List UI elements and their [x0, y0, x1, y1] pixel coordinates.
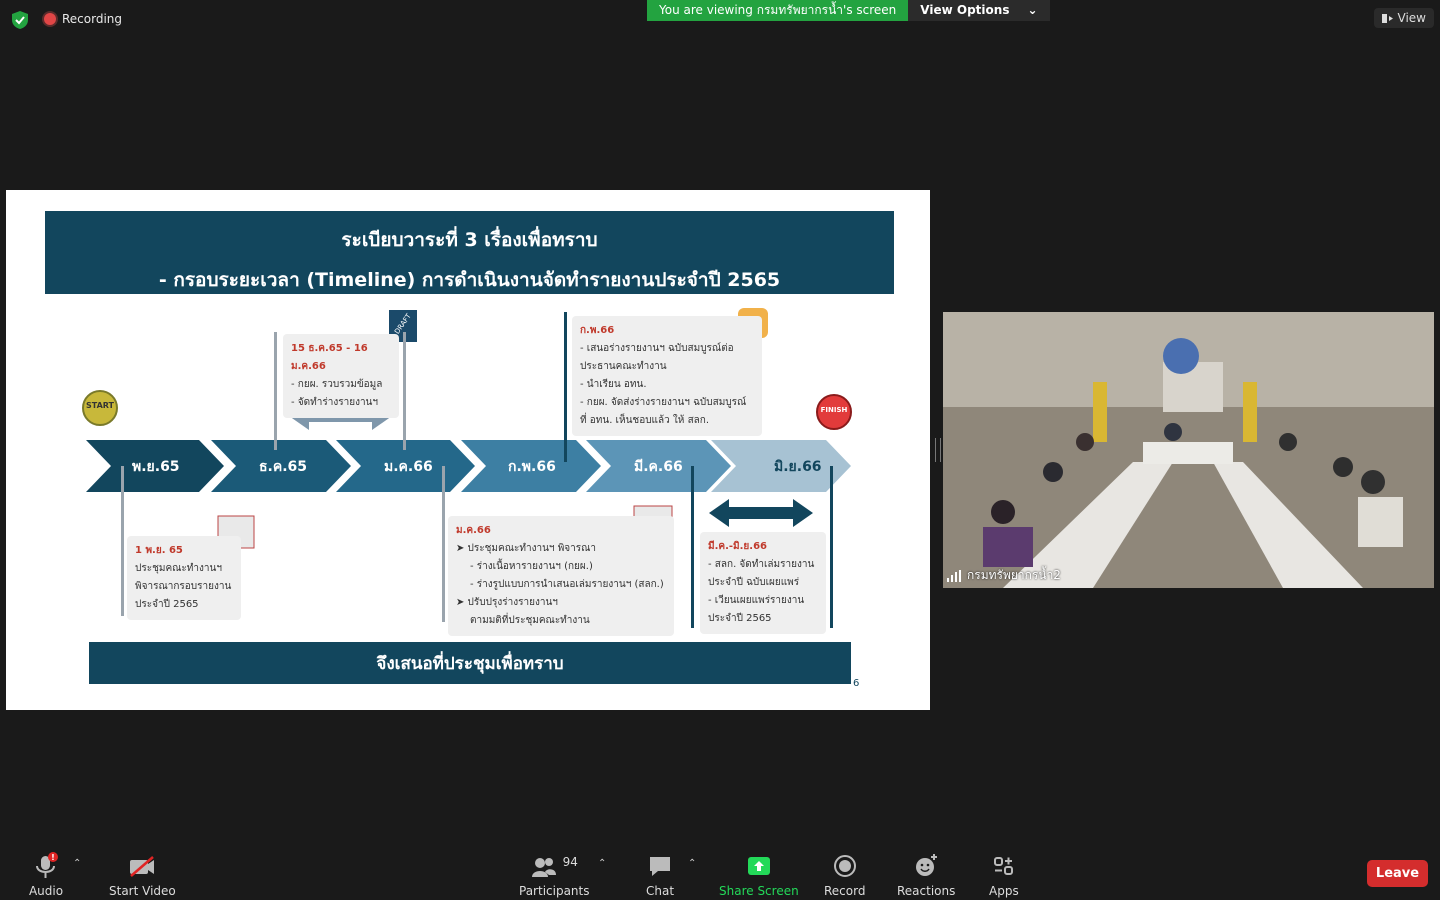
- share-screen-button[interactable]: Share Screen: [719, 852, 799, 898]
- panel-resize-handle[interactable]: [935, 438, 941, 462]
- view-layout-icon: [1381, 13, 1393, 23]
- chat-icon: [650, 857, 671, 876]
- record-button[interactable]: Record: [824, 852, 865, 898]
- participant-video-tile[interactable]: กรมทรัพยากรน้ำ2: [943, 312, 1434, 588]
- apps-icon: [993, 857, 1013, 875]
- note-feb-line: - นำเรียน อทน.: [580, 379, 647, 390]
- meeting-room-image: [943, 312, 1434, 588]
- apps-button[interactable]: Apps: [989, 852, 1019, 898]
- note-mar-line: - สลก. จัดทำเล่มรายงาน: [708, 559, 815, 570]
- connector-jan-top: [403, 332, 406, 450]
- viewing-message: You are viewing กรมทรัพยากรน้ำ's screen: [647, 0, 909, 21]
- recording-dot-icon: [44, 13, 56, 25]
- note-dec-head: 15 ธ.ค.65 - 16 ม.ค.66: [291, 343, 368, 372]
- timeline-label-jun: มิ.ย.66: [774, 459, 822, 475]
- audio-label: Audio: [28, 884, 64, 898]
- signal-strength-icon: [947, 569, 961, 582]
- leave-button[interactable]: Leave: [1367, 860, 1428, 887]
- double-arrow-mar: [709, 499, 813, 527]
- note-feb-line: - เสนอร่างรายงานฯ ฉบับสมบูรณ์ต่อ: [580, 343, 734, 354]
- view-button[interactable]: View: [1373, 8, 1434, 28]
- note-feb-line: - กยผ. จัดส่งร่างรายงานฯ ฉบับสมบูรณ์: [580, 397, 747, 408]
- participants-count: 94: [562, 855, 578, 869]
- connector-nov: [121, 466, 124, 616]
- video-off-icon: [130, 856, 155, 877]
- note-jan-line: ➤ ปรับปรุงร่างรายงานฯ: [456, 597, 558, 608]
- start-label: START: [85, 401, 115, 410]
- svg-text:!: !: [51, 853, 55, 862]
- note-jan-head: ม.ค.66: [456, 525, 491, 536]
- note-dec-line: - จัดทำร่างรายงานฯ: [291, 397, 379, 408]
- audio-button[interactable]: ! Audio: [28, 852, 64, 898]
- security-shield-icon[interactable]: [10, 10, 30, 30]
- reactions-label: Reactions: [897, 884, 956, 898]
- slide-footer-bar: จึงเสนอที่ประชุมเพื่อทราบ: [89, 642, 851, 684]
- timeline-label-nov: พ.ย.65: [132, 459, 180, 475]
- connector-jun: [830, 466, 833, 628]
- connector-dec: [274, 332, 277, 450]
- note-dec-line: - กยผ. รวบรวมข้อมูล: [291, 379, 383, 390]
- chat-label: Chat: [646, 884, 675, 898]
- share-screen-label: Share Screen: [719, 884, 799, 898]
- record-label: Record: [824, 884, 866, 898]
- chevron-down-icon: ⌄: [1027, 3, 1038, 17]
- connector-jan: [442, 466, 445, 622]
- note-nov: 1 พ.ย. 65 ประชุมคณะทำงานฯ พิจารณากรอบราย…: [127, 536, 241, 620]
- reactions-button[interactable]: Reactions: [897, 852, 955, 898]
- chat-button[interactable]: Chat: [646, 852, 674, 898]
- note-mar-line: ประจำปี 2565: [708, 613, 772, 624]
- participants-button[interactable]: 94 Participants: [519, 852, 590, 898]
- start-video-label: Start Video: [109, 884, 176, 898]
- view-label: View: [1397, 11, 1426, 25]
- note-nov-head: 1 พ.ย. 65: [135, 545, 183, 556]
- participant-name: กรมทรัพยากรน้ำ2: [967, 568, 1061, 582]
- recording-label: Recording: [62, 12, 123, 26]
- note-jan-line: - ร่างเนื้อหารายงานฯ (กยผ.): [470, 561, 593, 572]
- note-feb: ก.พ.66 - เสนอร่างรายงานฯ ฉบับสมบูรณ์ต่อ …: [572, 316, 762, 436]
- start-video-button[interactable]: Start Video: [109, 852, 176, 898]
- note-jan-line: ตามมติที่ประชุมคณะทำงาน: [470, 615, 590, 626]
- note-feb-line: ที่ อทน. เห็นชอบแล้ว ให้ สลก.: [580, 415, 710, 426]
- note-nov-line: ประจำปี 2565: [135, 599, 199, 610]
- participants-label: Participants: [519, 884, 590, 898]
- note-jan-line: - ร่างรูปแบบการนำเสนอเล่มรายงานฯ (สลก.): [470, 579, 664, 590]
- finish-label: FINISH: [820, 406, 848, 414]
- note-feb-line: ประธานคณะทำงาน: [580, 361, 667, 372]
- timeline-label-jan: ม.ค.66: [384, 459, 433, 475]
- note-feb-head: ก.พ.66: [580, 325, 615, 336]
- connector-mar: [691, 466, 694, 628]
- share-screen-icon: [747, 857, 770, 875]
- timeline-label-mar: มี.ค.66: [634, 459, 683, 475]
- shared-slide: ระเบียบวาระที่ 3 เรื่องเพื่อทราบ - กรอบร…: [6, 190, 930, 710]
- timeline-label-feb: ก.พ.66: [508, 459, 556, 475]
- note-mar: มี.ค.-มิ.ย.66 - สลก. จัดทำเล่มรายงาน ประ…: [700, 532, 826, 634]
- note-nov-line: ประชุมคณะทำงานฯ: [135, 563, 222, 574]
- apps-label: Apps: [989, 884, 1019, 898]
- recording-indicator[interactable]: Recording: [44, 12, 122, 26]
- note-mar-line: ประจำปี ฉบับเผยแพร่: [708, 577, 800, 588]
- note-nov-line: พิจารณากรอบรายงาน: [135, 581, 232, 592]
- participants-options-caret[interactable]: ⌃: [598, 858, 606, 869]
- connector-feb: [564, 312, 567, 462]
- view-options-label: View Options: [920, 3, 1010, 17]
- chat-options-caret[interactable]: ⌃: [688, 858, 696, 869]
- participant-name-label: กรมทรัพยากรน้ำ2: [947, 566, 1061, 585]
- note-jan: ม.ค.66 ➤ ประชุมคณะทำงานฯ พิจารณา - ร่างเ…: [448, 516, 674, 636]
- note-jan-line: ➤ ประชุมคณะทำงานฯ พิจารณา: [456, 543, 597, 554]
- screen-share-banner: You are viewing กรมทรัพยากรน้ำ's screen …: [647, 0, 1050, 21]
- note-mar-head: มี.ค.-มิ.ย.66: [708, 541, 767, 552]
- timeline-label-dec: ธ.ค.65: [259, 459, 308, 475]
- view-options-button[interactable]: View Options ⌄: [908, 0, 1050, 21]
- slide-page-number: 6: [853, 678, 860, 689]
- note-mar-line: - เวียนเผยแพร่รายงาน: [708, 595, 805, 606]
- audio-options-caret[interactable]: ⌃: [73, 858, 81, 869]
- microphone-icon: !: [36, 852, 58, 878]
- record-icon: [833, 855, 856, 877]
- participants-icon: [531, 858, 556, 877]
- reactions-smiley-icon: [916, 854, 938, 876]
- note-dec: 15 ธ.ค.65 - 16 ม.ค.66 - กยผ. รวบรวมข้อมู…: [283, 334, 399, 418]
